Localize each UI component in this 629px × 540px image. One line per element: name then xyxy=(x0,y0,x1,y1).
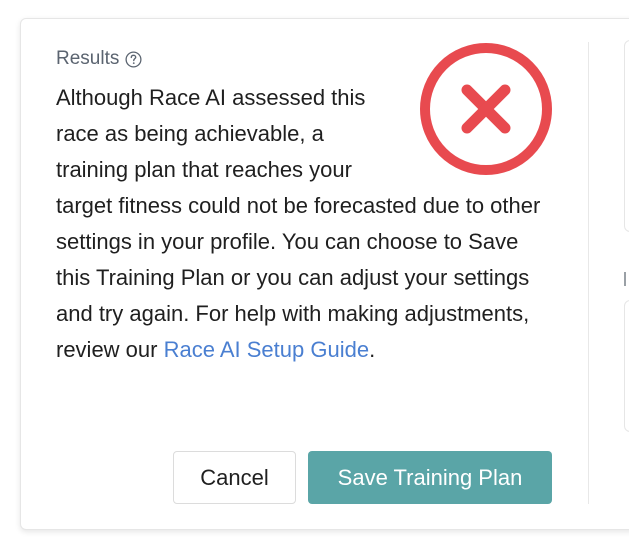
panel-divider xyxy=(588,42,589,504)
background-panel-label-fragment xyxy=(624,272,626,286)
results-heading: Results xyxy=(56,48,142,70)
background-panel-top xyxy=(624,40,629,232)
setup-guide-link[interactable]: Race AI Setup Guide xyxy=(164,337,369,362)
results-message: Although Race AI assessed this race as b… xyxy=(56,80,556,368)
help-question-icon[interactable] xyxy=(125,50,142,68)
save-training-plan-button[interactable]: Save Training Plan xyxy=(308,451,552,504)
results-heading-text: Results xyxy=(56,48,120,69)
icon-reserved-space xyxy=(378,80,556,188)
cancel-button[interactable]: Cancel xyxy=(173,451,296,504)
background-panel-bottom xyxy=(624,300,629,432)
message-end: . xyxy=(369,337,376,362)
